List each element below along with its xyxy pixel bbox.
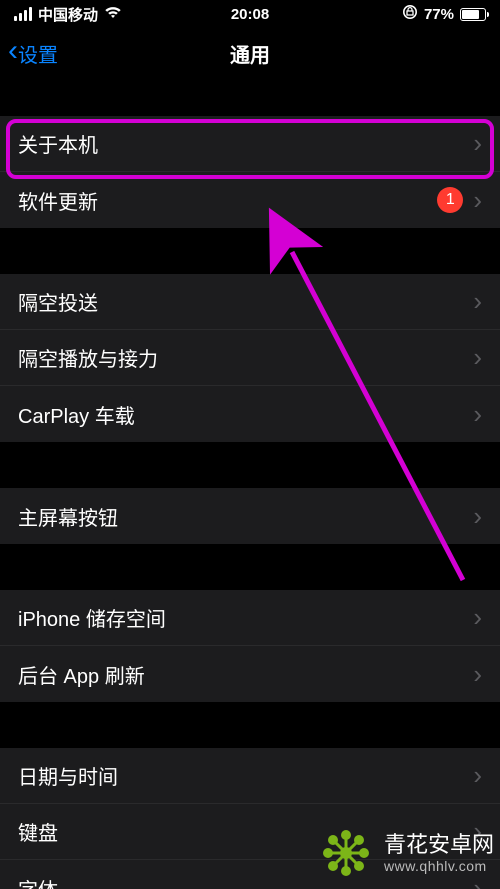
- chevron-right-icon: ›: [473, 760, 482, 791]
- watermark-logo-icon: [316, 823, 376, 883]
- battery-icon: [460, 8, 486, 21]
- chevron-right-icon: ›: [473, 399, 482, 430]
- row-about[interactable]: 关于本机 ›: [0, 116, 500, 172]
- cellular-signal-icon: [14, 7, 32, 21]
- settings-group: 隔空投送 › 隔空播放与接力 › CarPlay 车载 ›: [0, 274, 500, 442]
- chevron-right-icon: ›: [473, 342, 482, 373]
- chevron-left-icon: ‹: [8, 36, 18, 66]
- battery-percent: 77%: [424, 6, 454, 23]
- row-airdrop[interactable]: 隔空投送 ›: [0, 274, 500, 330]
- orientation-lock-icon: [402, 4, 418, 24]
- row-bg-refresh[interactable]: 后台 App 刷新 ›: [0, 646, 500, 702]
- status-right: 77%: [402, 4, 486, 24]
- chevron-right-icon: ›: [473, 286, 482, 317]
- page-title: 通用: [230, 39, 270, 68]
- row-label: iPhone 储存空间: [18, 603, 463, 632]
- status-bar: 中国移动 20:08 77%: [0, 0, 500, 28]
- row-label: 后台 App 刷新: [18, 660, 463, 689]
- chevron-right-icon: ›: [473, 602, 482, 633]
- nav-bar: ‹ 设置 通用: [0, 28, 500, 78]
- carrier-label: 中国移动: [38, 4, 98, 25]
- chevron-right-icon: ›: [473, 185, 482, 216]
- row-label: 关于本机: [18, 129, 463, 158]
- settings-group: iPhone 储存空间 › 后台 App 刷新 ›: [0, 590, 500, 702]
- row-label: CarPlay 车载: [18, 400, 463, 429]
- chevron-right-icon: ›: [473, 128, 482, 159]
- status-left: 中国移动: [14, 4, 122, 25]
- row-label: 主屏幕按钮: [18, 502, 463, 531]
- settings-group: 主屏幕按钮 ›: [0, 488, 500, 544]
- status-time: 20:08: [231, 6, 269, 23]
- row-label: 隔空播放与接力: [18, 343, 463, 372]
- row-software-update[interactable]: 软件更新1 ›: [0, 172, 500, 228]
- row-storage[interactable]: iPhone 储存空间 ›: [0, 590, 500, 646]
- watermark: 青花安卓网 www.qhhlv.com: [316, 823, 494, 883]
- row-date-time[interactable]: 日期与时间 ›: [0, 748, 500, 804]
- back-button[interactable]: ‹ 设置: [8, 38, 58, 68]
- wifi-icon: [104, 5, 122, 23]
- row-carplay[interactable]: CarPlay 车载 ›: [0, 386, 500, 442]
- settings-list: 关于本机›软件更新1›隔空投送›隔空播放与接力›CarPlay 车载›主屏幕按钮…: [0, 116, 500, 889]
- chevron-right-icon: ›: [473, 659, 482, 690]
- row-label: 隔空投送: [18, 287, 463, 316]
- row-label: 软件更新: [18, 186, 437, 215]
- settings-group: 关于本机 › 软件更新1 ›: [0, 116, 500, 228]
- row-home-button[interactable]: 主屏幕按钮 ›: [0, 488, 500, 544]
- back-label: 设置: [18, 39, 58, 68]
- notification-badge: 1: [437, 187, 463, 213]
- chevron-right-icon: ›: [473, 501, 482, 532]
- row-airplay[interactable]: 隔空播放与接力 ›: [0, 330, 500, 386]
- watermark-title: 青花安卓网: [384, 832, 494, 857]
- watermark-url: www.qhhlv.com: [384, 858, 494, 874]
- row-label: 日期与时间: [18, 761, 463, 790]
